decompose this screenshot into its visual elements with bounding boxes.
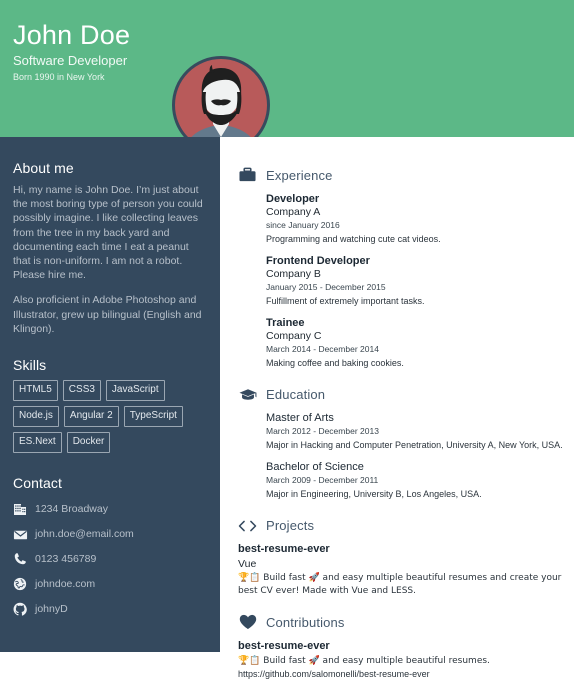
education-description: Major in Hacking and Computer Penetratio… bbox=[266, 439, 564, 452]
project-language: Vue bbox=[238, 557, 564, 571]
contribution-url[interactable]: https://github.com/salomonelli/best-resu… bbox=[238, 668, 564, 680]
education-date: March 2012 - December 2013 bbox=[266, 425, 564, 437]
header-identity: John Doe Software Developer Born 1990 in… bbox=[13, 20, 130, 84]
about-heading: About me bbox=[13, 160, 206, 176]
contributions-section-header: Contributions bbox=[238, 614, 564, 630]
experience-date: January 2015 - December 2015 bbox=[266, 281, 564, 293]
experience-date: since January 2016 bbox=[266, 219, 564, 231]
person-birth-info: Born 1990 in New York bbox=[13, 71, 130, 84]
experience-company: Company A bbox=[266, 206, 564, 219]
experience-description: Programming and watching cute cat videos… bbox=[266, 233, 564, 246]
contact-heading: Contact bbox=[13, 475, 206, 491]
building-icon bbox=[13, 502, 35, 516]
about-section: About me Hi, my name is John Doe. I’m ju… bbox=[13, 160, 206, 336]
experience-role: Frontend Developer bbox=[266, 254, 564, 268]
skill-tag[interactable]: ES.Next bbox=[13, 432, 62, 453]
education-entry: Bachelor of Science March 2009 - Decembe… bbox=[266, 460, 564, 501]
skill-tag[interactable]: TypeScript bbox=[124, 406, 183, 427]
skill-tag[interactable]: Docker bbox=[67, 432, 111, 453]
education-entry: Master of Arts March 2012 - December 201… bbox=[266, 411, 564, 452]
skill-tag[interactable]: Angular 2 bbox=[64, 406, 119, 427]
education-section-title: Education bbox=[266, 387, 325, 402]
skills-heading: Skills bbox=[13, 357, 206, 373]
contributions-entries: best-resume-ever 🏆📋 Build fast 🚀 and eas… bbox=[238, 639, 564, 680]
contribution-description: 🏆📋 Build fast 🚀 and easy multiple beauti… bbox=[238, 655, 564, 668]
sidebar: About me Hi, my name is John Doe. I’m ju… bbox=[0, 137, 220, 652]
about-paragraph: Hi, my name is John Doe. I’m just about … bbox=[13, 183, 206, 282]
projects-section: Projects best-resume-ever Vue 🏆📋 Build f… bbox=[238, 518, 564, 597]
envelope-icon bbox=[13, 527, 35, 542]
education-section: Education Master of Arts March 2012 - De… bbox=[238, 387, 564, 501]
about-paragraph: Also proficient in Adobe Photoshop and I… bbox=[13, 293, 206, 336]
contact-section: Contact bbox=[13, 475, 206, 620]
project-name: best-resume-ever bbox=[238, 542, 564, 557]
projects-section-title: Projects bbox=[266, 518, 314, 533]
person-job-title: Software Developer bbox=[13, 52, 130, 69]
person-name: John Doe bbox=[13, 20, 130, 50]
main-content: Experience Developer Company A since Jan… bbox=[220, 137, 574, 652]
education-degree: Bachelor of Science bbox=[266, 460, 564, 474]
contact-item-phone[interactable]: 0123 456789 bbox=[13, 548, 206, 570]
experience-description: Making coffee and baking cookies. bbox=[266, 357, 564, 370]
experience-company: Company B bbox=[266, 268, 564, 281]
contact-email-text: john.doe@email.com bbox=[35, 527, 134, 541]
contact-item-address[interactable]: 1234 Broadway bbox=[13, 498, 206, 520]
experience-section-title: Experience bbox=[266, 168, 333, 183]
education-section-header: Education bbox=[238, 387, 564, 402]
briefcase-icon bbox=[238, 167, 257, 183]
contact-address-text: 1234 Broadway bbox=[35, 502, 108, 516]
contact-item-github[interactable]: johnyD bbox=[13, 598, 206, 620]
experience-date: March 2014 - December 2014 bbox=[266, 343, 564, 355]
contribution-entry: best-resume-ever 🏆📋 Build fast 🚀 and eas… bbox=[238, 639, 564, 680]
heart-icon bbox=[238, 614, 257, 630]
contact-item-email[interactable]: john.doe@email.com bbox=[13, 523, 206, 545]
experience-description: Fulfillment of extremely important tasks… bbox=[266, 295, 564, 308]
skill-tag[interactable]: HTML5 bbox=[13, 380, 58, 401]
contributions-section: Contributions best-resume-ever 🏆📋 Build … bbox=[238, 614, 564, 680]
projects-section-header: Projects bbox=[238, 518, 564, 533]
experience-company: Company C bbox=[266, 330, 564, 343]
experience-entry: Developer Company A since January 2016 P… bbox=[266, 192, 564, 246]
project-entry: best-resume-ever Vue 🏆📋 Build fast 🚀 and… bbox=[238, 542, 564, 597]
contact-website-text: johndoe.com bbox=[35, 577, 95, 591]
contact-list: 1234 Broadway john.doe@email.com bbox=[13, 498, 206, 620]
skill-tag[interactable]: JavaScript bbox=[106, 380, 165, 401]
code-brackets-icon bbox=[238, 519, 257, 533]
experience-role: Developer bbox=[266, 192, 564, 206]
education-entries: Master of Arts March 2012 - December 201… bbox=[238, 411, 564, 501]
phone-icon bbox=[13, 552, 35, 566]
skills-section: Skills HTML5 CSS3 JavaScript Node.js Ang… bbox=[13, 357, 206, 453]
contact-item-website[interactable]: johndoe.com bbox=[13, 573, 206, 595]
experience-section-header: Experience bbox=[238, 167, 564, 183]
header-banner: John Doe Software Developer Born 1990 in… bbox=[0, 0, 574, 137]
github-icon bbox=[13, 602, 35, 616]
skill-tag[interactable]: CSS3 bbox=[63, 380, 101, 401]
projects-entries: best-resume-ever Vue 🏆📋 Build fast 🚀 and… bbox=[238, 542, 564, 597]
experience-entries: Developer Company A since January 2016 P… bbox=[238, 192, 564, 370]
contact-phone-text: 0123 456789 bbox=[35, 552, 96, 566]
education-description: Major in Engineering, University B, Los … bbox=[266, 488, 564, 501]
contributions-section-title: Contributions bbox=[266, 615, 345, 630]
graduation-cap-icon bbox=[238, 387, 257, 402]
experience-section: Experience Developer Company A since Jan… bbox=[238, 167, 564, 370]
globe-icon bbox=[13, 577, 35, 591]
education-date: March 2009 - December 2011 bbox=[266, 474, 564, 486]
experience-role: Trainee bbox=[266, 316, 564, 330]
education-degree: Master of Arts bbox=[266, 411, 564, 425]
skill-tag-list: HTML5 CSS3 JavaScript Node.js Angular 2 … bbox=[13, 380, 203, 453]
contact-github-text: johnyD bbox=[35, 602, 68, 616]
experience-entry: Frontend Developer Company B January 201… bbox=[266, 254, 564, 308]
skill-tag[interactable]: Node.js bbox=[13, 406, 59, 427]
resume-page: John Doe Software Developer Born 1990 in… bbox=[0, 0, 574, 652]
project-description: 🏆📋 Build fast 🚀 and easy multiple beauti… bbox=[238, 572, 564, 597]
experience-entry: Trainee Company C March 2014 - December … bbox=[266, 316, 564, 370]
